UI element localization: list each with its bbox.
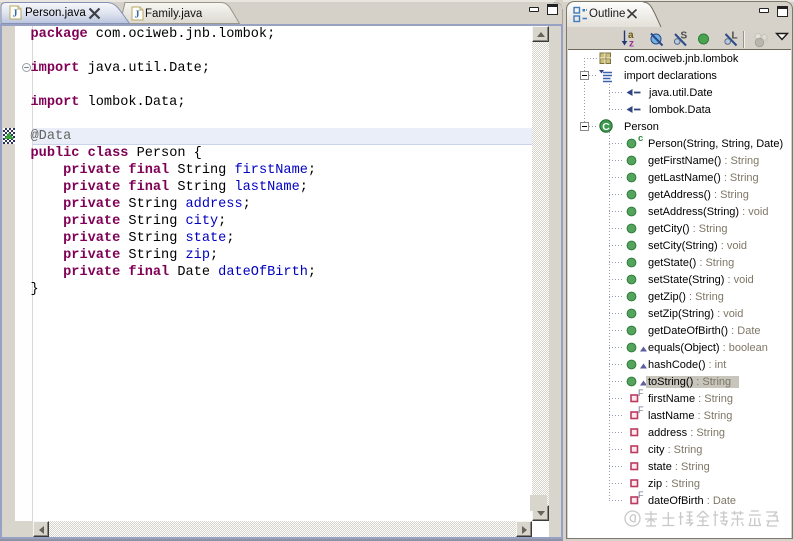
svg-text:C: C	[602, 121, 610, 133]
svg-text:z: z	[629, 39, 634, 50]
svg-text:J: J	[13, 9, 18, 20]
svg-text:J: J	[135, 10, 140, 21]
